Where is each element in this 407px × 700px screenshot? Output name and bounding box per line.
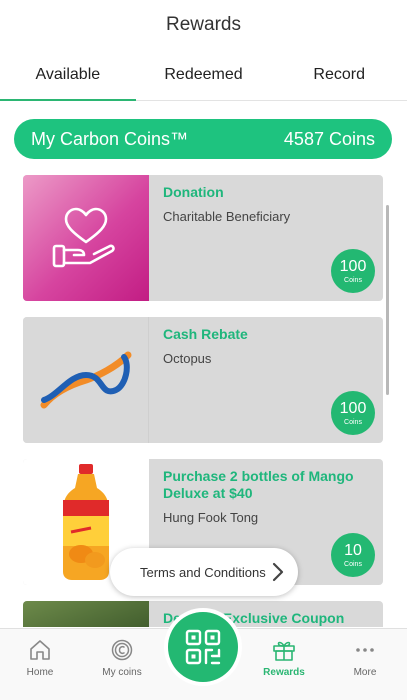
chevron-right-icon [272, 562, 284, 582]
tab-bar: Available Redeemed Record [0, 55, 407, 101]
octopus-logo-icon [40, 351, 131, 409]
qr-scan-icon [185, 629, 221, 665]
qr-scan-button[interactable] [168, 612, 238, 682]
forest-photo [23, 601, 149, 627]
nav-rewards-label: Rewards [263, 667, 305, 678]
coins-label: My Carbon Coins™ [31, 128, 189, 149]
more-dots-icon [356, 648, 374, 652]
tab-available[interactable]: Available [0, 55, 136, 101]
reward-subtitle: Charitable Beneficiary [163, 209, 291, 224]
coin-cost-badge: 100 Coins [331, 391, 375, 435]
reward-subtitle: Hung Fook Tong [163, 510, 259, 525]
coin-cost-badge: 10 Coins [331, 533, 375, 577]
nav-home-label: Home [26, 667, 54, 678]
donation-image [23, 175, 149, 301]
coin-unit: Coins [344, 418, 362, 426]
nav-my-coins-label: My coins [102, 667, 142, 678]
terms-and-conditions-button[interactable]: Terms and Conditions [110, 548, 298, 596]
reward-card-donation[interactable]: Donation Charitable Beneficiary 100 Coin… [23, 175, 383, 301]
nav-more[interactable]: More [330, 639, 400, 678]
tab-record[interactable]: Record [271, 55, 407, 100]
nav-my-coins[interactable]: My coins [87, 639, 157, 678]
reward-title: Donation [163, 184, 224, 200]
page-title: Rewards [166, 14, 241, 35]
coin-unit: Coins [344, 560, 362, 568]
tab-redeemed[interactable]: Redeemed [136, 55, 272, 100]
coin-cost: 100 [339, 399, 367, 417]
nav-more-label: More [353, 667, 377, 678]
coins-value: 4587 Coins [283, 128, 375, 149]
nav-home[interactable]: Home [5, 639, 75, 678]
heart-hand-icon [52, 207, 115, 268]
list-scrollbar[interactable] [386, 205, 389, 395]
coin-cost-badge: 100 Coins [331, 249, 375, 293]
home-icon [30, 640, 50, 660]
reward-subtitle: Octopus [163, 351, 212, 366]
reward-title: Purchase 2 bottles of Mango Deluxe at $4… [163, 468, 354, 501]
octopus-image [23, 317, 149, 443]
gift-icon [273, 641, 295, 661]
coin-cost: 100 [339, 257, 367, 275]
coin-cost: 10 [344, 541, 362, 559]
coin-unit: Coins [344, 276, 362, 284]
terms-label: Terms and Conditions [140, 564, 266, 580]
header: Rewards [0, 0, 407, 50]
nav-rewards[interactable]: Rewards [249, 639, 319, 678]
coin-icon [111, 639, 133, 661]
reward-card-cash-rebate[interactable]: Cash Rebate Octopus 100 Coins [23, 317, 383, 443]
reward-title: Cash Rebate [163, 326, 248, 342]
carbon-coins-bar: My Carbon Coins™ 4587 Coins [14, 119, 392, 159]
